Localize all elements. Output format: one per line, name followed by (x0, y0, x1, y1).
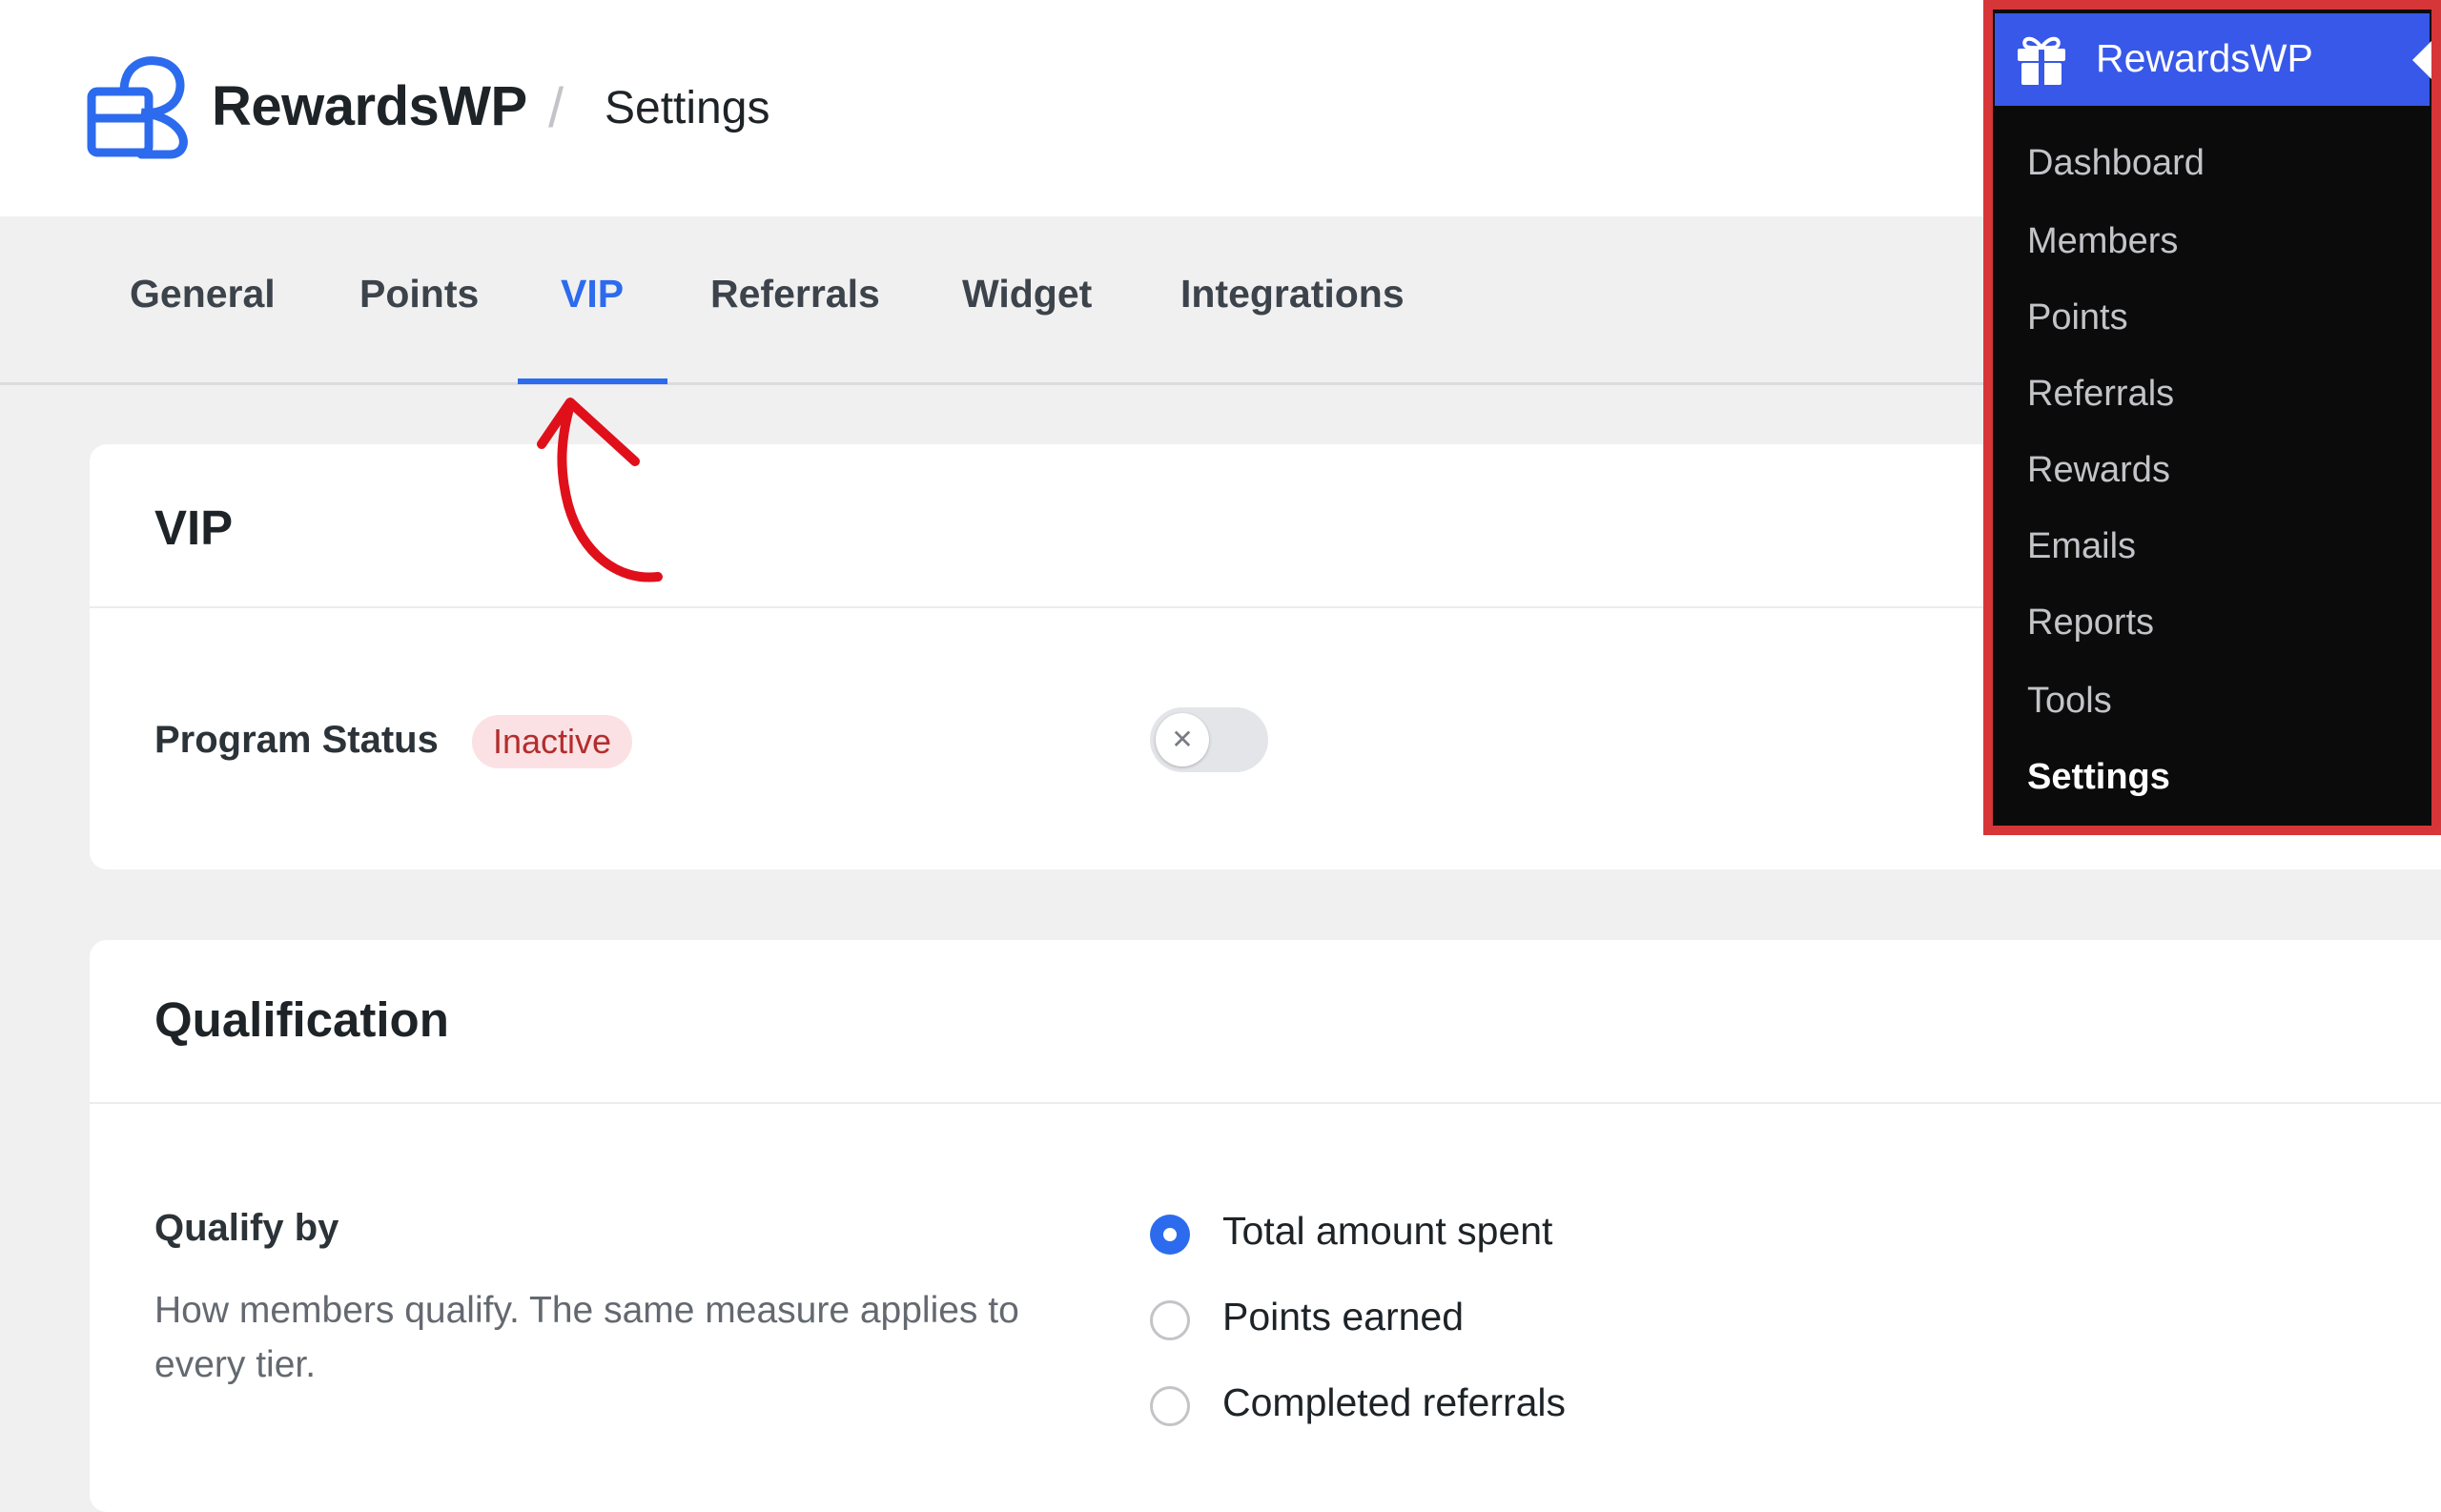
qualify-by-description: How members qualify. The same measure ap… (154, 1290, 1019, 1385)
gift-icon (2018, 36, 2065, 85)
menu-item-reports[interactable]: Reports (2027, 603, 2154, 644)
menu-item-emails[interactable]: Emails (2027, 526, 2136, 567)
current-menu-pointer-icon (2412, 41, 2431, 79)
radio-label: Completed referrals (1222, 1380, 1567, 1424)
active-tab-indicator (518, 378, 667, 384)
qualification-card-title: Qualification (154, 992, 449, 1047)
x-icon: ✕ (1156, 713, 1209, 766)
menu-item-tools[interactable]: Tools (2027, 681, 2112, 722)
rewardswp-logo[interactable] (86, 53, 196, 164)
menu-item-members[interactable]: Members (2027, 221, 2178, 262)
menu-item-dashboard[interactable]: Dashboard (2027, 143, 2205, 184)
wp-admin-submenu: RewardsWP Dashboard Members Points Refer… (1983, 0, 2441, 835)
radio-label: Points earned (1222, 1295, 1465, 1338)
card-divider (90, 1102, 2441, 1104)
status-badge: Inactive (472, 715, 633, 768)
tab-general[interactable]: General (130, 272, 276, 317)
tab-points[interactable]: Points (359, 272, 479, 317)
admin-menu-title: RewardsWP (2096, 36, 2313, 80)
brand-name: RewardsWP (212, 75, 527, 137)
radio-button[interactable] (1150, 1300, 1190, 1340)
tab-widget[interactable]: Widget (962, 272, 1092, 317)
menu-item-rewards[interactable]: Rewards (2027, 450, 2170, 491)
tab-vip[interactable]: VIP (561, 272, 624, 317)
menu-item-points[interactable]: Points (2027, 297, 2128, 338)
program-status-toggle[interactable]: ✕ (1150, 707, 1268, 772)
tab-referrals[interactable]: Referrals (710, 272, 880, 317)
radio-button[interactable] (1150, 1386, 1190, 1426)
menu-item-settings[interactable]: Settings (2027, 757, 2170, 798)
rewardswp-logo-icon (87, 56, 188, 159)
vip-card-title: VIP (154, 501, 234, 555)
page-title: Settings (605, 83, 770, 133)
qualification-card: Qualification Qualify by How members qua… (90, 940, 2441, 1512)
qualify-by-label: Qualify by (154, 1207, 339, 1249)
breadcrumb-separator: / (548, 77, 564, 139)
radio-label: Total amount spent (1222, 1209, 1553, 1253)
menu-item-referrals[interactable]: Referrals (2027, 374, 2174, 415)
annotation-arrow-icon (537, 398, 663, 582)
admin-menu-header[interactable]: RewardsWP (1995, 13, 2431, 106)
radio-button[interactable] (1150, 1215, 1190, 1255)
program-status-label: Program Status (154, 719, 439, 761)
tab-integrations[interactable]: Integrations (1180, 272, 1405, 317)
